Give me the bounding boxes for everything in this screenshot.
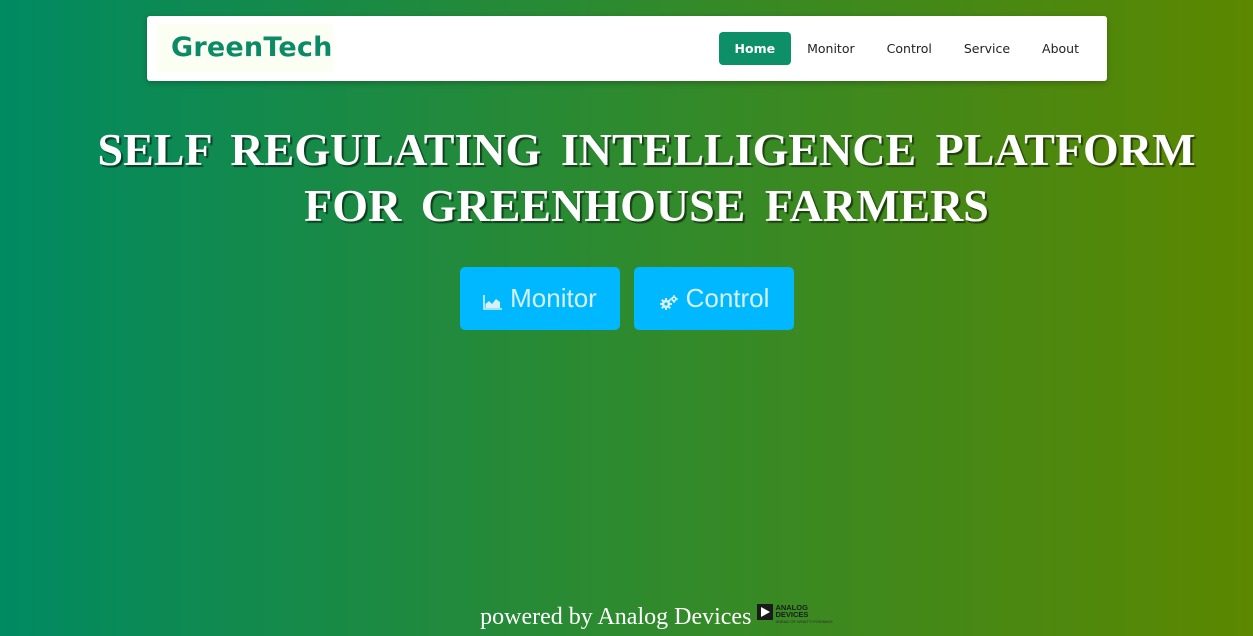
gears-icon [659, 294, 678, 310]
powered-by-text: powered by Analog Devices [480, 604, 752, 630]
analog-devices-logo: ANALOG DEVICES AHEAD OF WHAT'S POSSIBLE [757, 603, 833, 624]
footer: powered by Analog Devices ANALOG DEVICES… [0, 600, 1253, 631]
nav-control[interactable]: Control [871, 32, 948, 65]
analog-devices-wordmark: ANALOG DEVICES AHEAD OF WHAT'S POSSIBLE [775, 603, 833, 624]
brand-logo[interactable]: GreenTech [157, 24, 333, 72]
hero-title-line-1: SELF REGULATING INTELLIGENCE PLATFORM [97, 124, 1196, 175]
hero-title-line-2: FOR GREENHOUSE FARMERS [304, 180, 989, 231]
area-chart-icon [483, 294, 503, 310]
logo-name-line-2: DEVICES [775, 610, 809, 619]
nav-about[interactable]: About [1026, 32, 1095, 65]
top-navbar: GreenTech Home Monitor Control Service A… [147, 16, 1107, 81]
nav-service[interactable]: Service [948, 32, 1026, 65]
control-button[interactable]: Control [634, 267, 794, 330]
control-button-label: Control [685, 283, 770, 313]
analog-devices-mark-icon [757, 603, 774, 620]
nav-home[interactable]: Home [718, 32, 792, 65]
monitor-button[interactable]: Monitor [460, 267, 620, 330]
nav-monitor[interactable]: Monitor [791, 32, 871, 65]
hero-title: SELF REGULATING INTELLIGENCE PLATFORM FO… [40, 122, 1253, 234]
logo-tagline: AHEAD OF WHAT'S POSSIBLE [775, 618, 833, 624]
nav-links: Home Monitor Control Service About [718, 32, 1095, 65]
monitor-button-label: Monitor [510, 283, 597, 313]
